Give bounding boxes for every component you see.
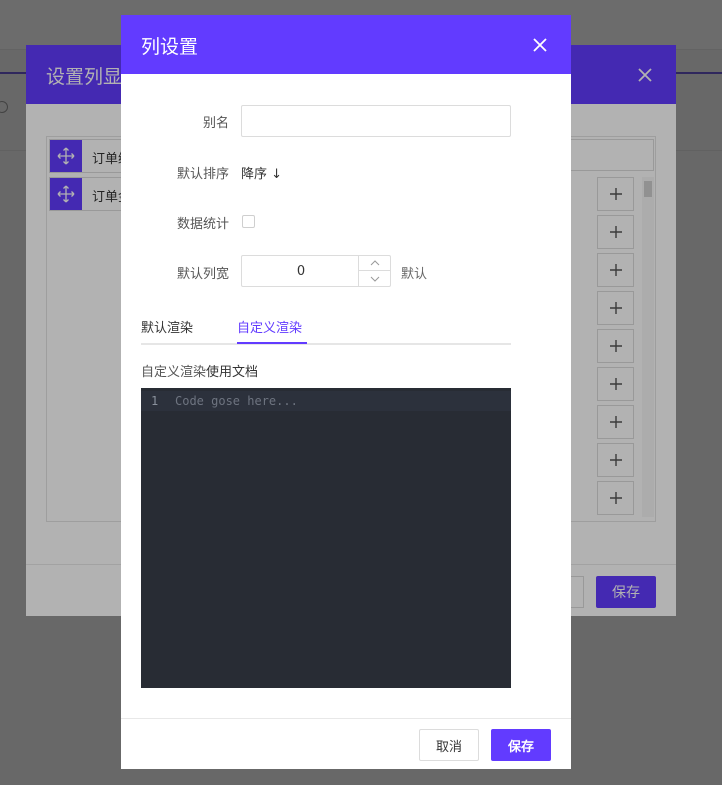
- render-doc-line: 自定义渲染使用文档: [141, 361, 258, 380]
- increment-button[interactable]: [359, 256, 390, 271]
- active-tab-indicator: [237, 342, 307, 344]
- alias-input[interactable]: [241, 105, 511, 137]
- default-sort-toggle[interactable]: 降序 ↓: [241, 163, 282, 182]
- code-editor[interactable]: 1 Code gose here...: [141, 388, 511, 688]
- save-button[interactable]: 保存: [491, 729, 551, 761]
- dialog-title: 列设置: [141, 36, 199, 58]
- statistics-label: 数据统计: [176, 217, 229, 232]
- tab-default-render[interactable]: 默认渲染: [141, 317, 193, 345]
- cancel-button[interactable]: 取消: [419, 729, 479, 761]
- default-sort-label: 默认排序: [176, 167, 229, 182]
- stepper-buttons: [358, 256, 390, 286]
- dialog-header: 列设置: [121, 15, 571, 74]
- render-doc-link[interactable]: 使用文档: [206, 365, 258, 380]
- default-width-label: 默认列宽: [176, 267, 229, 282]
- dialog-footer-divider: [121, 718, 571, 719]
- chevron-up-icon: [370, 260, 379, 266]
- tab-custom-render[interactable]: 自定义渲染: [237, 317, 302, 345]
- default-sort-value: 降序: [241, 167, 268, 182]
- statistics-checkbox[interactable]: [242, 215, 255, 228]
- default-width-stepper: [241, 255, 391, 287]
- code-placeholder: Code gose here...: [175, 394, 298, 408]
- render-doc-prefix: 自定义渲染: [141, 365, 207, 380]
- line-number: 1: [151, 394, 159, 408]
- chevron-down-icon: [370, 276, 379, 282]
- column-settings-dialog: 列设置 别名 默认排序 降序 ↓ 数据统计 默认列宽 默认 默认渲染 自定义渲染: [121, 15, 571, 769]
- arrow-down-icon: ↓: [271, 167, 283, 182]
- default-width-suffix: 默认: [401, 267, 428, 282]
- render-tabs: 默认渲染 自定义渲染: [141, 315, 511, 345]
- close-icon[interactable]: [529, 34, 551, 56]
- alias-label: 别名: [202, 116, 229, 131]
- decrement-button[interactable]: [359, 271, 390, 286]
- default-width-input[interactable]: [242, 256, 360, 286]
